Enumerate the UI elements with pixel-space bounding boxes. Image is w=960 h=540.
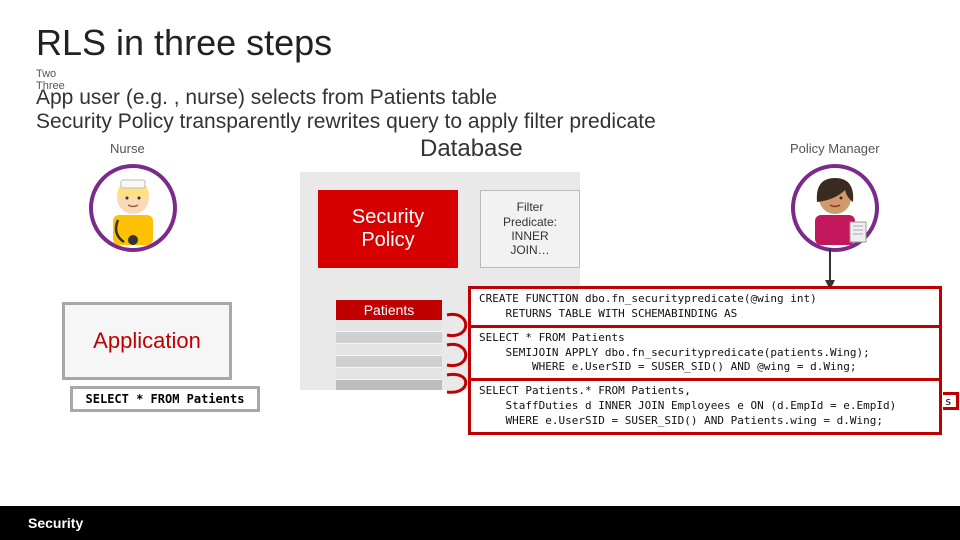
- patients-table: Patients: [336, 300, 442, 390]
- footer-bar: Security: [0, 506, 960, 540]
- filter-predicate-box: Filter Predicate: INNER JOIN…: [480, 190, 580, 268]
- code-text: WHERE e.UserSID = SUSER_SID() AND @wing …: [479, 360, 857, 373]
- table-row: [336, 344, 442, 356]
- code-overhang: s: [943, 392, 959, 410]
- query-box: SELECT * FROM Patients: [70, 386, 260, 412]
- security-policy-box: Security Policy: [318, 190, 458, 268]
- manager-to-code-arrow-icon: [820, 248, 840, 290]
- footer-label: Security: [28, 515, 83, 531]
- database-label: Database: [420, 135, 523, 163]
- code-block-semijoin: SELECT * FROM Patients SEMIJOIN APPLY db…: [468, 325, 942, 382]
- nurse-avatar-icon: [88, 160, 178, 260]
- subtitle-line-1: App user (e.g. , nurse) selects from Pat…: [36, 86, 497, 110]
- slide: RLS in three steps Two Three App user (e…: [0, 0, 960, 540]
- table-row: [336, 320, 442, 332]
- code-block-final-select: SELECT Patients.* FROM Patients, StaffDu…: [468, 378, 942, 435]
- patients-table-header: Patients: [336, 300, 442, 320]
- code-stack: CREATE FUNCTION dbo.fn_securitypredicate…: [468, 286, 942, 432]
- code-block-create-function: CREATE FUNCTION dbo.fn_securitypredicate…: [468, 286, 942, 328]
- policy-manager-avatar-icon: [790, 160, 880, 260]
- code-text: SELECT * FROM Patients SEMIJOIN APPLY db…: [479, 331, 870, 359]
- table-row: [336, 368, 442, 380]
- application-box: Application: [62, 302, 232, 380]
- policy-manager-label: Policy Manager: [790, 141, 880, 156]
- table-row: [336, 332, 442, 344]
- page-title: RLS in three steps: [36, 22, 332, 64]
- subtitle-line-2: Security Policy transparently rewrites q…: [36, 110, 656, 134]
- table-row: [336, 356, 442, 368]
- nurse-label: Nurse: [110, 141, 145, 156]
